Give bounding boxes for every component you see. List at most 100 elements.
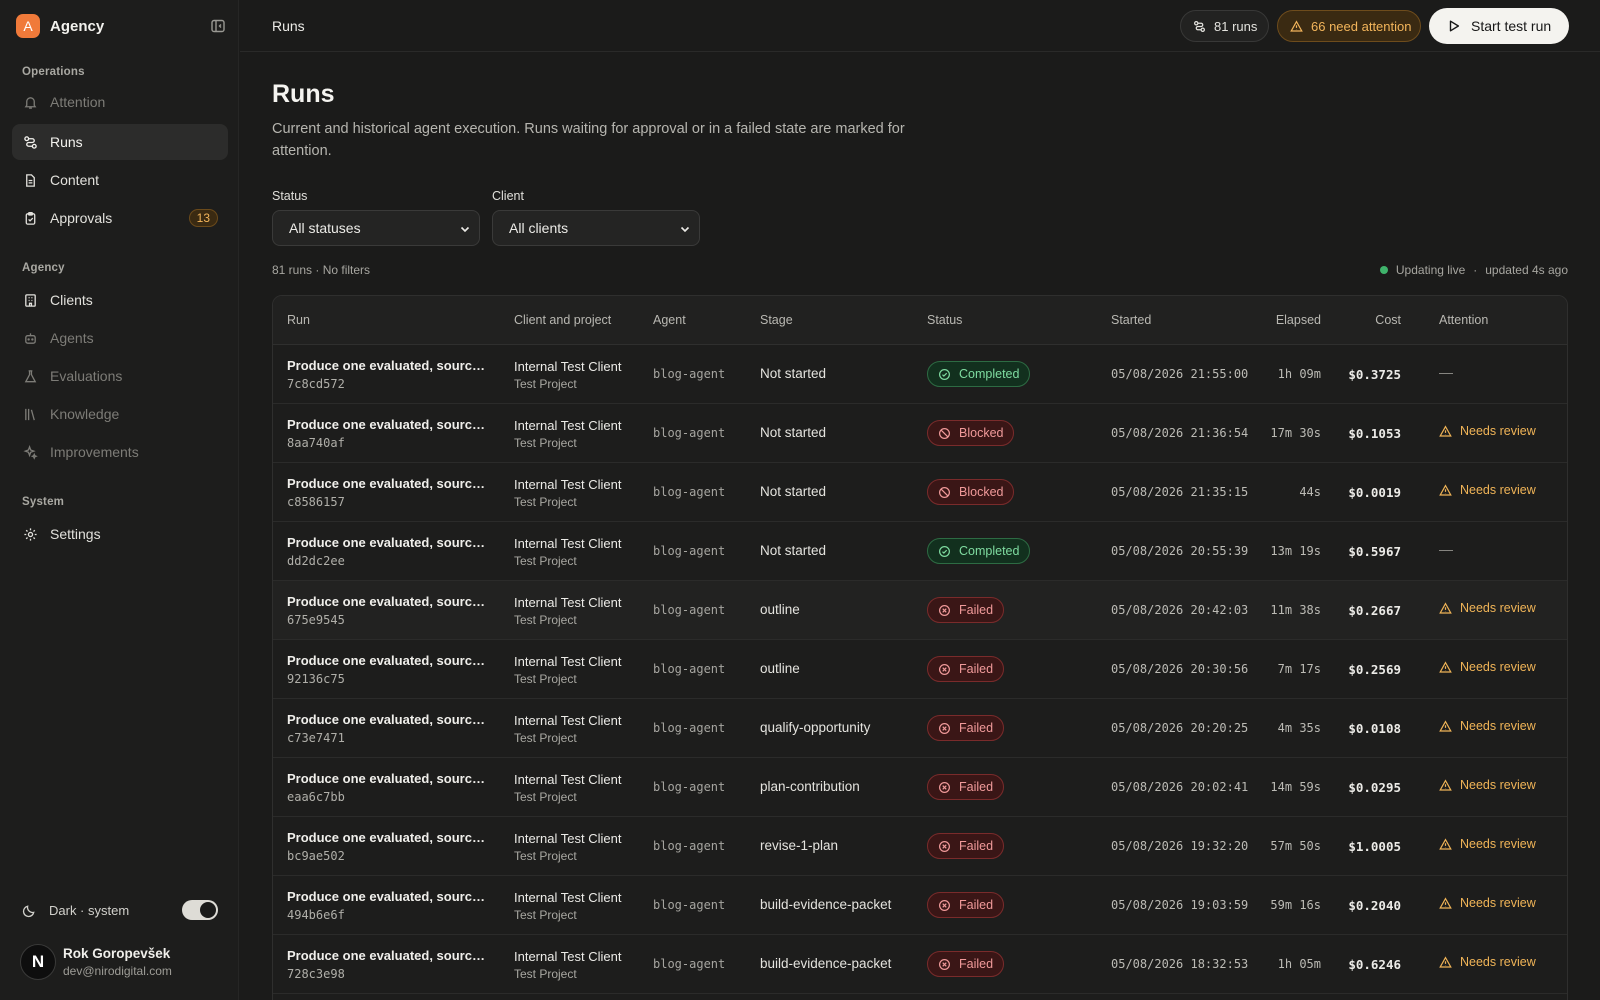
client-filter-value: All clients [509, 220, 569, 236]
column-header-cost[interactable]: Cost [1375, 313, 1401, 327]
client-filter-select[interactable]: All clients [492, 210, 700, 246]
column-header-started[interactable]: Started [1111, 313, 1151, 327]
status-badge: Failed [927, 597, 1005, 623]
live-status: Updating live · updated 4s ago [1379, 263, 1568, 277]
table-row[interactable]: Produce one evaluated, source-backed blo… [273, 935, 1567, 994]
project-name: Test Project [514, 790, 577, 804]
attention-flag[interactable]: Needs review [1439, 424, 1536, 438]
run-title[interactable]: Produce one evaluated, source-backed blo… [287, 948, 487, 963]
table-row[interactable]: Produce one evaluated, source-backed blo… [273, 581, 1567, 640]
attention-pill[interactable]: 66 need attention [1277, 10, 1421, 42]
table-row[interactable]: Produce one evaluated, source-backed blo… [273, 345, 1567, 404]
run-title[interactable]: Produce one evaluated, source-backed blo… [287, 535, 487, 550]
table-row[interactable]: Produce one evaluated, source-backed blo… [273, 758, 1567, 817]
run-title[interactable]: Produce one evaluated, source-backed blo… [287, 476, 487, 491]
user-email: dev@nirodigital.com [63, 964, 172, 978]
runs-count-pill[interactable]: 81 runs [1180, 10, 1269, 42]
library-icon [22, 406, 38, 422]
sidebar-item-agents[interactable]: Agents [12, 320, 228, 356]
elapsed-time: 13m 19s [1270, 544, 1321, 558]
sidebar-item-knowledge[interactable]: Knowledge [12, 396, 228, 432]
theme-label: Dark · system [49, 902, 130, 918]
play-icon [1447, 19, 1461, 33]
table-row[interactable]: Produce one evaluated, source-backed blo… [273, 522, 1567, 581]
attention-flag[interactable]: Needs review [1439, 601, 1536, 615]
user-profile[interactable]: N Rok Goropevšek dev@nirodigital.com [20, 944, 220, 982]
status-label: Failed [959, 662, 994, 676]
table-row[interactable]: Produce one evaluated, source-backed blo… [273, 817, 1567, 876]
elapsed-time: 57m 50s [1270, 839, 1321, 853]
run-cost: $0.0019 [1348, 485, 1401, 500]
column-header-stage[interactable]: Stage [760, 313, 793, 327]
started-at: 05/08/2026 21:36:54 [1111, 426, 1249, 440]
sidebar-item-clients[interactable]: Clients [12, 282, 228, 318]
run-title[interactable]: Produce one evaluated, source-backed blo… [287, 712, 487, 727]
run-title[interactable]: Produce one evaluated, source-backed blo… [287, 358, 487, 373]
started-at: 05/08/2026 20:20:25 [1111, 721, 1249, 735]
status-label: Failed [959, 603, 994, 617]
run-title[interactable]: Produce one evaluated, source-backed blo… [287, 594, 487, 609]
run-title[interactable]: Produce one evaluated, source-backed blo… [287, 653, 487, 668]
table-row[interactable]: Produce one evaluated, source-backed blo… [273, 404, 1567, 463]
sidebar-item-runs[interactable]: Runs [12, 124, 228, 160]
attention-label: — [1439, 364, 1453, 380]
sidebar-item-content[interactable]: Content [12, 162, 228, 198]
sidebar-item-evaluations[interactable]: Evaluations [12, 358, 228, 394]
status-filter-select[interactable]: All statuses [272, 210, 480, 246]
project-name: Test Project [514, 554, 577, 568]
run-title[interactable]: Produce one evaluated, source-backed blo… [287, 417, 487, 432]
ban-icon [938, 426, 952, 440]
sidebar-toggle-icon[interactable] [208, 16, 228, 36]
table-row[interactable]: Produce one evaluated, source-backed blo… [273, 640, 1567, 699]
status-label: Completed [959, 367, 1020, 381]
warning-icon [1439, 837, 1453, 851]
attention-flag[interactable]: Needs review [1439, 896, 1536, 910]
status-badge: Blocked [927, 420, 1015, 446]
agent-name: blog-agent [653, 780, 726, 794]
brand[interactable]: A Agency [16, 14, 228, 38]
status-badge: Blocked [927, 479, 1015, 505]
attention-flag[interactable]: Needs review [1439, 660, 1536, 674]
theme-toggle[interactable] [182, 900, 218, 920]
sidebar-item-label: Content [50, 172, 100, 188]
table-row[interactable]: Produce one evaluated, source-backed blo… [273, 463, 1567, 522]
x-circle-icon [938, 898, 952, 912]
attention-flag[interactable]: Needs review [1439, 483, 1536, 497]
attention-flag[interactable]: Needs review [1439, 955, 1536, 969]
elapsed-time: 14m 59s [1270, 780, 1321, 794]
sidebar-item-improvements[interactable]: Improvements [12, 434, 228, 470]
run-id: 728c3e98 [287, 967, 345, 981]
sidebar-item-approvals[interactable]: Approvals 13 [12, 200, 228, 236]
page-description: Current and historical agent execution. … [272, 121, 905, 159]
column-header-attention[interactable]: Attention [1439, 313, 1488, 327]
table-row[interactable]: Produce one evaluated, source-backed blo… [273, 876, 1567, 935]
run-id: 7c8cd572 [287, 377, 345, 391]
approvals-count-badge: 13 [188, 209, 218, 227]
start-test-run-button[interactable]: Start test run [1429, 8, 1569, 44]
status-label: Completed [959, 544, 1020, 558]
attention-flag[interactable]: Needs review [1439, 719, 1536, 733]
column-header-agent[interactable]: Agent [653, 313, 686, 327]
run-cost: $0.5967 [1348, 544, 1401, 559]
started-at: 05/08/2026 21:35:15 [1111, 485, 1249, 499]
run-title[interactable]: Produce one evaluated, source-backed blo… [287, 830, 487, 845]
chevron-down-icon [459, 222, 471, 234]
sidebar-item-attention[interactable]: Attention [12, 84, 228, 120]
attention-flag[interactable]: Needs review [1439, 837, 1536, 851]
table-row[interactable]: Produce one evaluated, source-backed blo… [273, 699, 1567, 758]
status-label: Failed [959, 780, 994, 794]
status-label: Blocked [959, 485, 1004, 499]
status-label: Failed [959, 957, 994, 971]
column-header-elapsed[interactable]: Elapsed [1276, 313, 1321, 327]
column-header-client[interactable]: Client and project [514, 313, 611, 327]
attention-flag[interactable]: Needs review [1439, 778, 1536, 792]
sidebar-item-settings[interactable]: Settings [12, 516, 228, 552]
project-name: Test Project [514, 849, 577, 863]
run-title[interactable]: Produce one evaluated, source-backed blo… [287, 889, 487, 904]
project-name: Test Project [514, 967, 577, 981]
attention-label: Needs review [1460, 601, 1536, 615]
run-title[interactable]: Produce one evaluated, source-backed blo… [287, 771, 487, 786]
column-header-status[interactable]: Status [927, 313, 962, 327]
column-header-run[interactable]: Run [287, 313, 310, 327]
status-filter-value: All statuses [289, 220, 361, 236]
